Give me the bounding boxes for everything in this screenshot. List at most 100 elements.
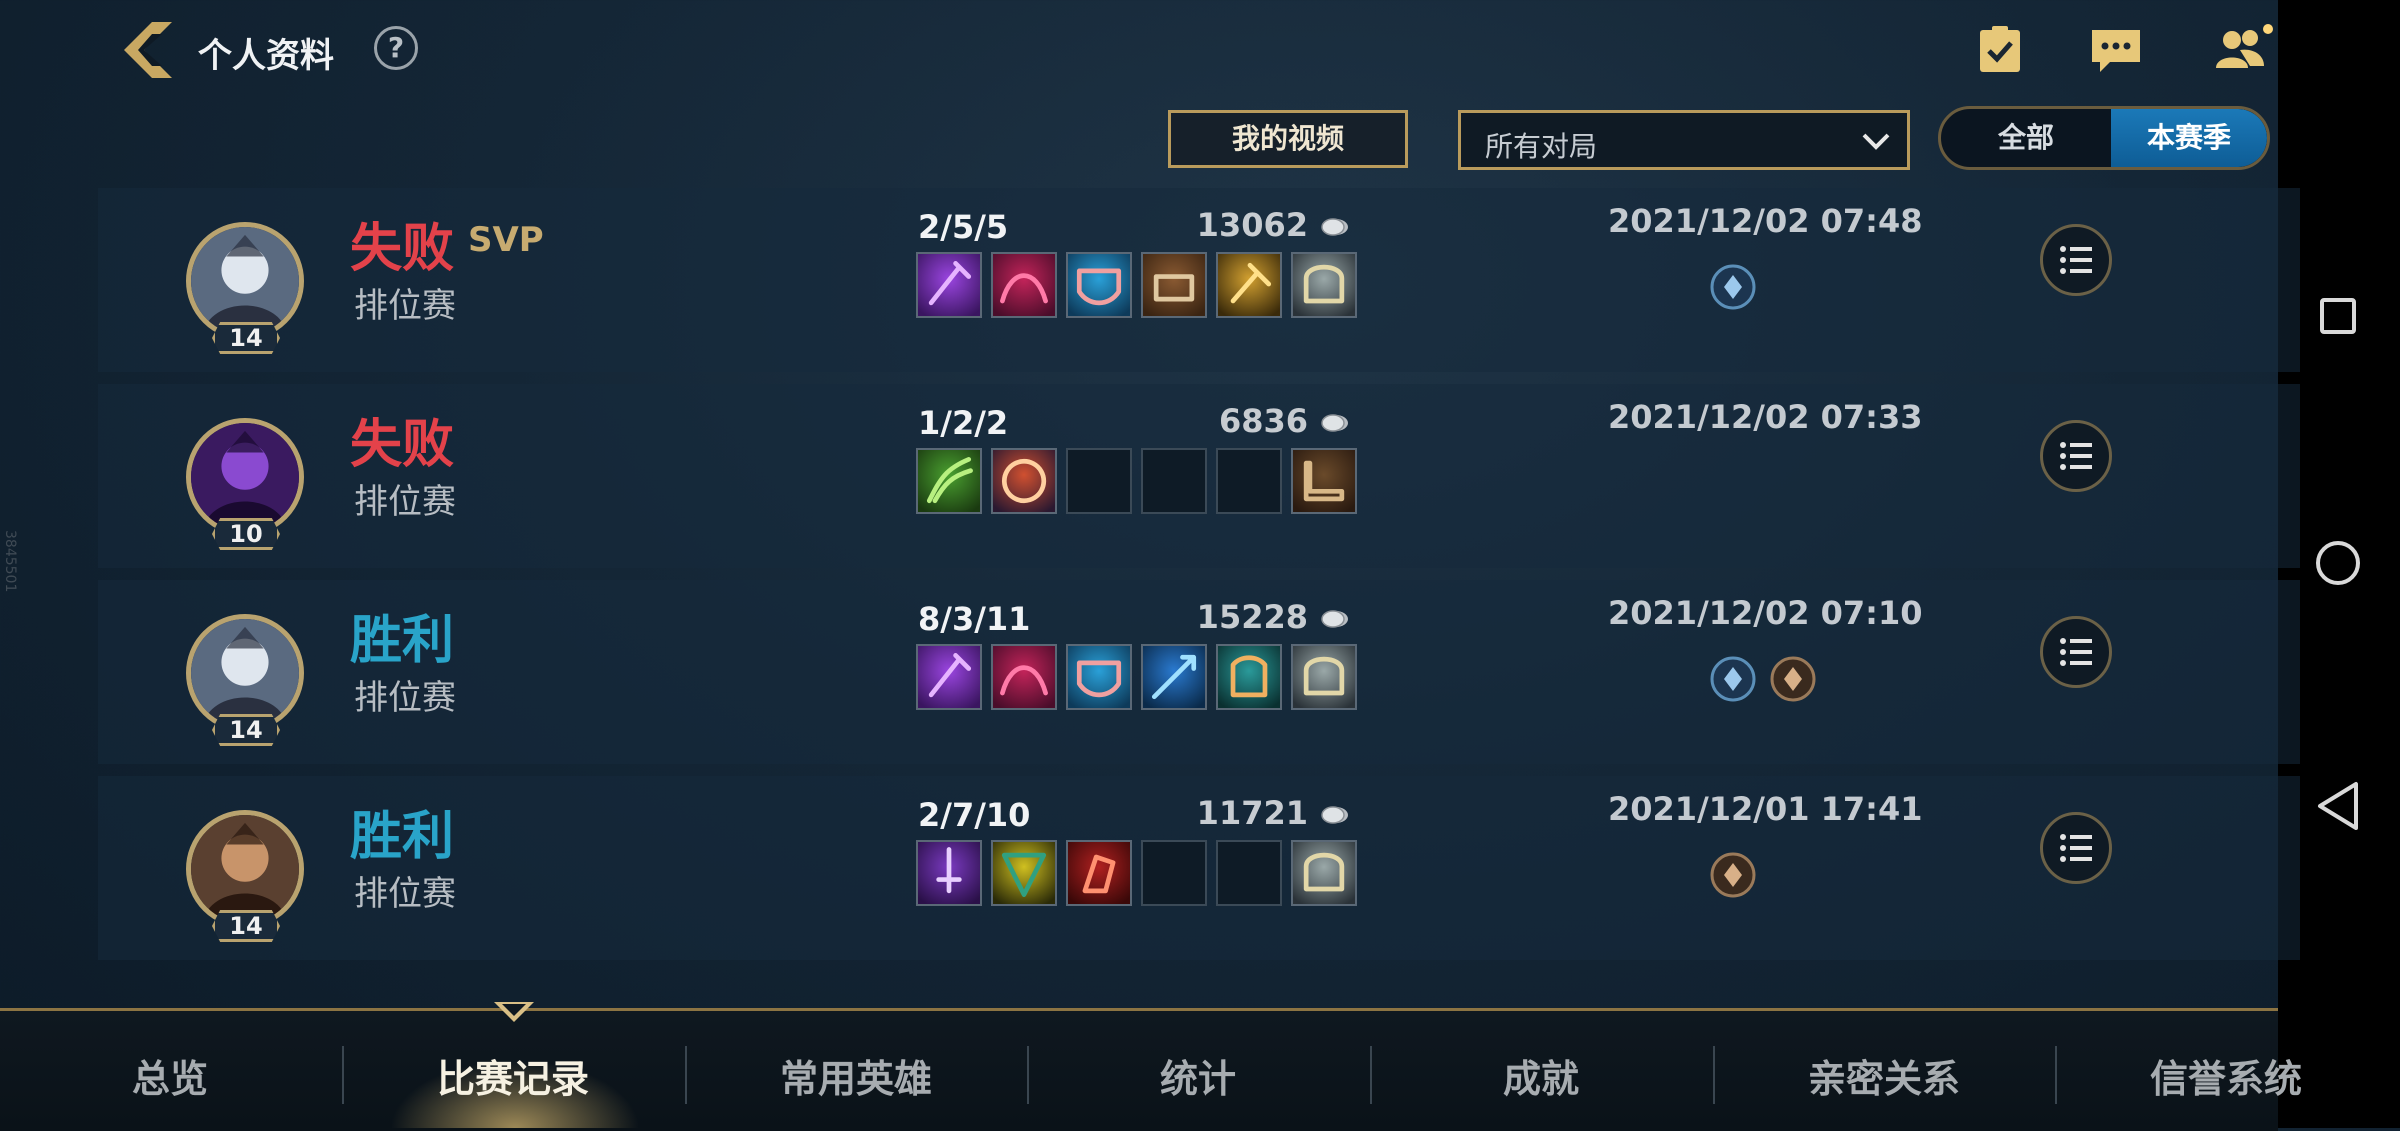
match-row[interactable]: 10 失败 排位赛 1/2/2 6836 2021/12/02 07:33 <box>98 384 2300 568</box>
item-slot[interactable] <box>1291 448 1357 514</box>
tab-0[interactable]: 总览 <box>50 1048 290 1103</box>
chevron-down-icon <box>1862 133 1890 150</box>
match-result: 失败 <box>350 220 455 278</box>
match-time: 2021/12/02 07:48 <box>1608 202 1923 240</box>
item-slot[interactable] <box>1066 644 1132 710</box>
item-slot[interactable] <box>991 644 1057 710</box>
game-mode: 排位赛 <box>354 678 456 718</box>
gold-earned: 15228 <box>1196 598 1308 636</box>
kda: 2/5/5 <box>918 208 1009 246</box>
match-row[interactable]: 14 失败 SVP 排位赛 2/5/5 13062 2021/12/02 07:… <box>98 188 2300 372</box>
season-toggle[interactable]: 全部 本赛季 <box>1938 106 2270 170</box>
tab-separator <box>341 1046 344 1104</box>
gold-coin-icon <box>1321 218 1348 236</box>
tab-2[interactable]: 常用英雄 <box>736 1048 976 1103</box>
match-row[interactable]: 14 胜利 排位赛 2/7/10 11721 2021/12/01 17:41 <box>98 776 2300 960</box>
item-build <box>916 644 1357 710</box>
champion-portrait-icon <box>191 815 299 923</box>
match-result: 胜利 <box>350 808 455 866</box>
game-mode: 排位赛 <box>354 286 456 326</box>
page-title: 个人资料 <box>198 37 334 75</box>
item-slot[interactable] <box>991 448 1057 514</box>
brown-rune-icon[interactable] <box>1710 852 1756 898</box>
item-slot[interactable] <box>1291 252 1357 318</box>
empty-item-slot <box>1141 840 1207 906</box>
brown-rune-icon[interactable] <box>1770 656 1816 702</box>
gold-earned: 6836 <box>1218 402 1308 440</box>
tab-separator <box>1712 1046 1715 1104</box>
tab-separator <box>2055 1046 2057 1104</box>
champion-portrait-icon <box>191 423 299 531</box>
champion-level-badge: 14 <box>212 714 280 746</box>
champion-level-badge: 14 <box>212 322 280 354</box>
match-filter-dropdown[interactable]: 所有对局 <box>1458 110 1910 170</box>
segment-all[interactable]: 全部 <box>1941 109 2111 167</box>
back-arrow-icon[interactable] <box>122 20 178 80</box>
tab-1[interactable]: 比赛记录 <box>393 1048 633 1103</box>
tab-separator <box>684 1046 687 1104</box>
my-videos-button[interactable]: 我的视频 <box>1168 110 1408 168</box>
champion-level-badge: 14 <box>212 910 280 942</box>
gold-coin-icon <box>1321 806 1348 824</box>
list-icon <box>2060 638 2092 666</box>
item-slot[interactable] <box>1291 644 1357 710</box>
item-slot[interactable] <box>1066 840 1132 906</box>
friends-icon[interactable] <box>2210 24 2280 76</box>
active-tab-indicator-icon <box>494 1002 534 1022</box>
match-time: 2021/12/02 07:10 <box>1608 594 1923 632</box>
item-slot[interactable] <box>1141 252 1207 318</box>
tab-6[interactable]: 信誉系统 <box>2106 1048 2346 1103</box>
item-build <box>916 252 1357 318</box>
checklist-icon[interactable] <box>1972 24 2028 76</box>
empty-item-slot <box>1066 448 1132 514</box>
item-slot[interactable] <box>1066 252 1132 318</box>
champion-portrait-icon <box>191 619 299 727</box>
item-slot[interactable] <box>916 252 982 318</box>
list-icon <box>2060 834 2092 862</box>
tab-4[interactable]: 成就 <box>1421 1048 1661 1103</box>
item-slot[interactable] <box>1216 644 1282 710</box>
game-mode: 排位赛 <box>354 874 456 914</box>
gold-coin-icon <box>1321 610 1348 628</box>
item-build <box>916 448 1357 514</box>
empty-item-slot <box>1216 448 1282 514</box>
match-time: 2021/12/01 17:41 <box>1608 790 1923 828</box>
match-filter-value: 所有对局 <box>1485 130 1598 163</box>
gold-coin-icon <box>1321 414 1348 432</box>
match-result: 胜利 <box>350 612 455 670</box>
back-nav-icon[interactable] <box>2316 780 2360 832</box>
game-mode: 排位赛 <box>354 482 456 522</box>
gold-earned: 13062 <box>1196 206 1308 244</box>
tab-separator <box>1369 1046 1372 1104</box>
match-detail-button[interactable] <box>2040 224 2112 296</box>
item-slot[interactable] <box>1216 252 1282 318</box>
help-button[interactable]: ? <box>374 26 418 70</box>
list-icon <box>2060 442 2092 470</box>
kda: 8/3/11 <box>918 600 1031 638</box>
tab-3[interactable]: 统计 <box>1078 1048 1318 1103</box>
kda: 2/7/10 <box>918 796 1031 834</box>
item-slot[interactable] <box>1291 840 1357 906</box>
match-detail-button[interactable] <box>2040 812 2112 884</box>
match-detail-button[interactable] <box>2040 616 2112 688</box>
match-detail-button[interactable] <box>2040 420 2112 492</box>
item-slot[interactable] <box>1141 644 1207 710</box>
chat-icon[interactable] <box>2088 24 2144 76</box>
recent-apps-button[interactable] <box>2320 298 2356 334</box>
item-slot[interactable] <box>916 448 982 514</box>
item-slot[interactable] <box>916 644 982 710</box>
item-slot[interactable] <box>991 252 1057 318</box>
tab-5[interactable]: 亲密关系 <box>1764 1048 2004 1103</box>
svp-badge: SVP <box>468 220 544 260</box>
match-result: 失败 <box>350 416 455 474</box>
segment-season[interactable]: 本赛季 <box>2111 109 2267 167</box>
item-slot[interactable] <box>991 840 1057 906</box>
match-time: 2021/12/02 07:33 <box>1608 398 1923 436</box>
match-row[interactable]: 14 胜利 排位赛 8/3/11 15228 2021/12/02 07:10 <box>98 580 2300 764</box>
blue-rune-icon[interactable] <box>1710 264 1756 310</box>
blue-rune-icon[interactable] <box>1710 656 1756 702</box>
item-slot[interactable] <box>916 840 982 906</box>
champion-portrait-icon <box>191 227 299 335</box>
home-button[interactable] <box>2316 541 2360 585</box>
side-id-text: 3845501 <box>2 530 18 593</box>
